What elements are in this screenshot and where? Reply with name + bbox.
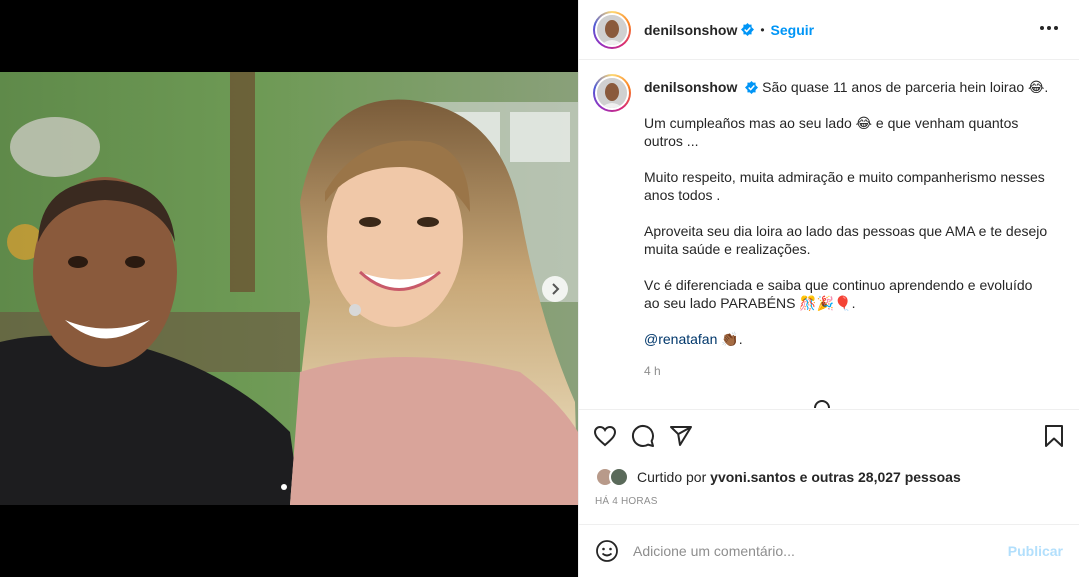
- caption-paragraph-2: Um cumpleaños mas ao seu lado 😂 e que ve…: [644, 115, 1019, 149]
- action-bar: [579, 410, 1079, 462]
- share-button[interactable]: [669, 416, 707, 456]
- mention-suffix: 👏🏾.: [721, 331, 743, 347]
- like-button[interactable]: [593, 416, 631, 456]
- post-photo[interactable]: [0, 72, 578, 505]
- chevron-right-icon: [552, 283, 560, 295]
- save-button[interactable]: [1027, 416, 1065, 456]
- caption-avatar[interactable]: [593, 74, 631, 112]
- more-options-icon[interactable]: [1039, 18, 1059, 38]
- post-media: [0, 0, 578, 577]
- likes-text: Curtido por yvoni.santos e outras 28,027…: [637, 469, 961, 485]
- caption-row: denilsonshow São quase 11 anos de parcer…: [593, 74, 1065, 380]
- caption-paragraph-5: Vc é diferenciada e saiba que continuo a…: [644, 277, 1033, 311]
- mention-link[interactable]: @renatafan: [644, 331, 717, 347]
- photo-image: [0, 72, 578, 505]
- comment-button[interactable]: [631, 416, 669, 456]
- heart-icon: [593, 425, 617, 447]
- post-header: denilsonshow • Seguir: [579, 0, 1079, 60]
- comments-area[interactable]: denilsonshow São quase 11 anos de parcer…: [579, 60, 1079, 408]
- posted-ago[interactable]: HÁ 4 HORAS: [579, 496, 1079, 514]
- post-side-panel: denilsonshow • Seguir denilsonshow São q…: [578, 0, 1079, 577]
- emoji-icon[interactable]: [595, 539, 619, 563]
- follow-button[interactable]: Seguir: [771, 22, 815, 38]
- caption-paragraph-4: Aproveita seu dia loira ao lado das pess…: [644, 223, 1048, 257]
- liker-username[interactable]: yvoni.santos: [710, 469, 796, 485]
- instagram-post: denilsonshow • Seguir denilsonshow São q…: [0, 0, 1079, 577]
- header-separator: •: [760, 22, 765, 37]
- actions-area: Curtido por yvoni.santos e outras 28,027…: [579, 409, 1079, 514]
- publish-button[interactable]: Publicar: [1008, 543, 1063, 559]
- comment-input[interactable]: [633, 543, 1008, 559]
- likes-count-link[interactable]: outras 28,027 pessoas: [811, 469, 960, 485]
- header-username[interactable]: denilsonshow: [644, 22, 737, 38]
- liker-avatar[interactable]: [609, 467, 629, 487]
- carousel-next-button[interactable]: [542, 276, 568, 302]
- caption-username[interactable]: denilsonshow: [644, 79, 737, 95]
- comment-icon: [631, 424, 654, 447]
- avatar[interactable]: [593, 10, 631, 49]
- likes-row: Curtido por yvoni.santos e outras 28,027…: [579, 462, 1079, 492]
- caption-text: denilsonshow São quase 11 anos de parcer…: [644, 74, 1049, 380]
- bookmark-icon: [1045, 425, 1063, 447]
- caption-time: 4 h: [644, 364, 661, 378]
- carousel-dot-active: [281, 484, 287, 490]
- comment-composer: Publicar: [579, 524, 1079, 577]
- share-icon: [670, 426, 692, 446]
- caption-paragraph-1: São quase 11 anos de parceria hein loira…: [762, 79, 1049, 95]
- verified-badge-icon: [741, 23, 755, 36]
- carousel-dots: [281, 484, 287, 490]
- caption-mention-line: @renatafan 👏🏾.: [644, 330, 1049, 348]
- caption-paragraph-3: Muito respeito, muita admiração e muito …: [644, 169, 1045, 203]
- verified-badge-icon: [745, 81, 759, 94]
